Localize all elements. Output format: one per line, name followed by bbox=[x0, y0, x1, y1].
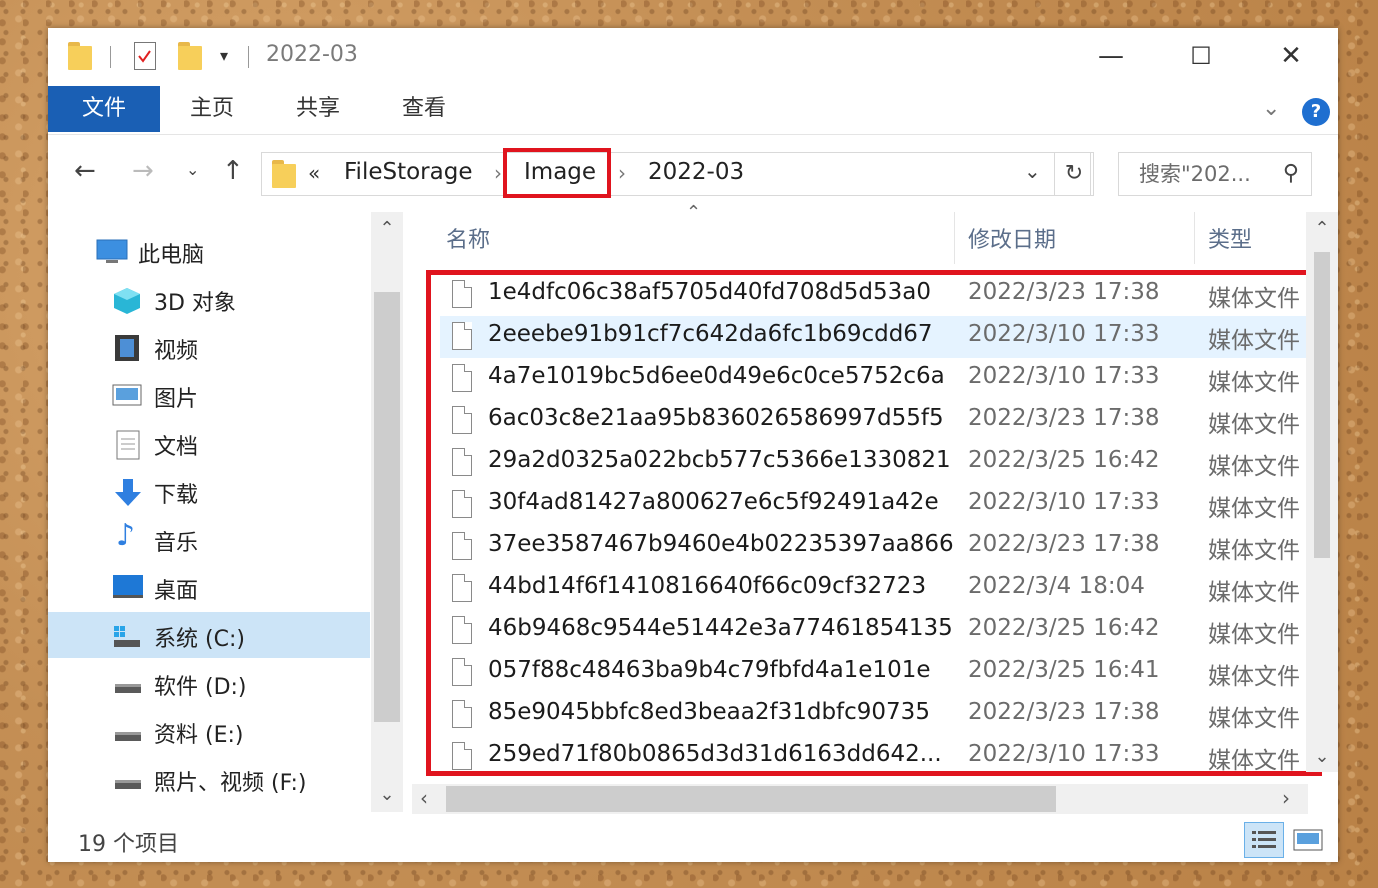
status-bar: 19 个项目 bbox=[48, 818, 1338, 862]
music-icon: ♪ bbox=[116, 518, 136, 553]
navigation-pane: 此电脑 3D 对象 视频 图片 文档 下载 ♪ 音乐 桌面 系统 (C:) 软件… bbox=[48, 208, 373, 818]
item-count: 19 个项目 bbox=[78, 832, 179, 857]
new-folder-icon[interactable] bbox=[178, 42, 202, 70]
large-icons-view-icon[interactable] bbox=[1290, 822, 1330, 858]
address-dropdown-icon[interactable]: ⌄ bbox=[1024, 159, 1041, 183]
folder-icon bbox=[272, 160, 296, 188]
sidebar-item-this-pc[interactable]: 此电脑 bbox=[48, 228, 370, 274]
sidebar-item-label: 此电脑 bbox=[138, 243, 205, 268]
breadcrumb-2022-03[interactable]: 2022-03 bbox=[648, 159, 744, 185]
drive-icon bbox=[114, 670, 144, 698]
sidebar-item-label: 视频 bbox=[154, 339, 199, 364]
address-bar[interactable]: « FileStorage › Image › 2022-03 ⌄ bbox=[261, 148, 1091, 198]
file-list-vertical-scrollbar[interactable]: ⌃ ⌄ bbox=[1306, 212, 1338, 772]
scroll-up-icon[interactable]: ⌃ bbox=[1306, 218, 1338, 239]
download-icon bbox=[114, 478, 144, 506]
desktop-icon bbox=[112, 574, 143, 602]
scroll-right-icon[interactable]: › bbox=[1282, 786, 1290, 810]
tab-file[interactable]: 文件 bbox=[48, 86, 160, 132]
computer-icon bbox=[96, 238, 128, 266]
search-input[interactable]: 搜索"202... ⚲ bbox=[1118, 152, 1312, 196]
recent-locations-icon[interactable]: ⌄ bbox=[186, 160, 199, 179]
minimize-button[interactable]: — bbox=[1088, 38, 1134, 74]
customize-qat-icon[interactable]: ▾ bbox=[220, 46, 228, 65]
picture-icon bbox=[112, 382, 142, 410]
scroll-thumb[interactable] bbox=[1314, 252, 1330, 558]
cube-icon bbox=[112, 286, 142, 314]
sidebar-item-label: 音乐 bbox=[154, 531, 199, 556]
video-icon bbox=[114, 334, 144, 362]
breadcrumb-separator[interactable]: › bbox=[494, 161, 502, 185]
tab-share[interactable]: 共享 bbox=[280, 86, 356, 132]
search-icon: ⚲ bbox=[1282, 161, 1299, 186]
nav-scrollbar[interactable]: ⌃ ⌄ bbox=[371, 212, 403, 812]
sidebar-item-label: 图片 bbox=[154, 387, 199, 412]
sidebar-item-label: 文档 bbox=[154, 435, 199, 460]
file-list-horizontal-scrollbar[interactable]: ‹ › bbox=[412, 784, 1308, 814]
tab-view[interactable]: 查看 bbox=[386, 86, 462, 132]
scroll-down-icon[interactable]: ⌄ bbox=[371, 784, 403, 805]
sidebar-item-documents[interactable]: 文档 bbox=[48, 420, 370, 466]
drive-icon bbox=[114, 766, 144, 794]
back-arrow-icon[interactable]: ← bbox=[74, 156, 96, 186]
sidebar-item-drive-c[interactable]: 系统 (C:) bbox=[48, 612, 370, 658]
scroll-left-icon[interactable]: ‹ bbox=[420, 786, 428, 810]
window-title: 2022-03 bbox=[266, 42, 358, 67]
search-placeholder: 搜索"202... bbox=[1139, 162, 1251, 186]
scroll-thumb[interactable] bbox=[374, 292, 400, 722]
ribbon: 文件 主页 共享 查看 ⌄ ? bbox=[48, 86, 1338, 135]
expand-ribbon-icon[interactable]: ⌄ bbox=[1262, 96, 1280, 121]
tab-home[interactable]: 主页 bbox=[174, 86, 250, 132]
sidebar-item-downloads[interactable]: 下载 bbox=[48, 468, 370, 514]
sidebar-item-label: 桌面 bbox=[154, 579, 199, 604]
sidebar-item-label: 3D 对象 bbox=[154, 291, 236, 316]
up-arrow-icon[interactable]: ↑ bbox=[222, 156, 244, 186]
sidebar-item-label: 照片、视频 (F:) bbox=[154, 771, 307, 796]
breadcrumb-filestorage[interactable]: FileStorage bbox=[344, 159, 472, 185]
navigation-bar: ← → ⌄ ↑ « FileStorage › Image › 2022-03 … bbox=[48, 136, 1338, 208]
column-header-type[interactable]: 类型 bbox=[1208, 222, 1252, 254]
sidebar-item-drive-d[interactable]: 软件 (D:) bbox=[48, 660, 370, 706]
overflow-chevron-icon[interactable]: « bbox=[308, 161, 320, 185]
sidebar-item-videos[interactable]: 视频 bbox=[48, 324, 370, 370]
column-divider[interactable] bbox=[954, 212, 955, 264]
sidebar-item-label: 下载 bbox=[154, 483, 199, 508]
breadcrumb-separator[interactable]: › bbox=[618, 161, 626, 185]
sidebar-item-desktop[interactable]: 桌面 bbox=[48, 564, 370, 610]
close-button[interactable]: ✕ bbox=[1268, 38, 1314, 74]
help-button[interactable]: ? bbox=[1302, 98, 1330, 126]
document-icon bbox=[116, 430, 146, 460]
scroll-up-icon[interactable]: ⌃ bbox=[371, 218, 403, 239]
sidebar-item-drive-f[interactable]: 照片、视频 (F:) bbox=[48, 756, 370, 802]
drive-icon bbox=[114, 718, 144, 746]
explorer-window: ▾ 2022-03 — ☐ ✕ 文件 主页 共享 查看 ⌄ ? ← → ⌄ ↑ … bbox=[48, 28, 1338, 862]
sidebar-item-label: 资料 (E:) bbox=[154, 723, 244, 748]
forward-arrow-icon[interactable]: → bbox=[132, 156, 154, 186]
separator bbox=[248, 46, 249, 68]
column-header-modified[interactable]: 修改日期 bbox=[968, 222, 1056, 254]
sidebar-item-3d-objects[interactable]: 3D 对象 bbox=[48, 276, 370, 322]
properties-icon[interactable] bbox=[134, 42, 156, 70]
sidebar-item-drive-e[interactable]: 资料 (E:) bbox=[48, 708, 370, 754]
folder-icon[interactable] bbox=[68, 42, 92, 70]
title-bar: ▾ 2022-03 — ☐ ✕ bbox=[48, 28, 1338, 86]
column-divider[interactable] bbox=[1194, 212, 1195, 264]
sidebar-item-label: 系统 (C:) bbox=[154, 627, 245, 652]
column-header-name[interactable]: 名称 bbox=[446, 222, 490, 254]
sort-ascending-icon: ⌃ bbox=[686, 202, 702, 223]
sidebar-item-label: 软件 (D:) bbox=[154, 675, 247, 700]
scroll-down-icon[interactable]: ⌄ bbox=[1306, 746, 1338, 767]
details-view-icon[interactable] bbox=[1244, 822, 1284, 858]
file-list-highlight-box bbox=[426, 270, 1322, 776]
system-drive-icon bbox=[112, 622, 142, 650]
sidebar-item-pictures[interactable]: 图片 bbox=[48, 372, 370, 418]
sidebar-item-music[interactable]: ♪ 音乐 bbox=[48, 516, 370, 562]
maximize-button[interactable]: ☐ bbox=[1178, 38, 1224, 74]
separator bbox=[110, 46, 111, 68]
refresh-icon[interactable]: ↻ bbox=[1054, 152, 1094, 196]
scroll-thumb[interactable] bbox=[446, 786, 1056, 812]
image-highlight-box bbox=[503, 148, 611, 198]
